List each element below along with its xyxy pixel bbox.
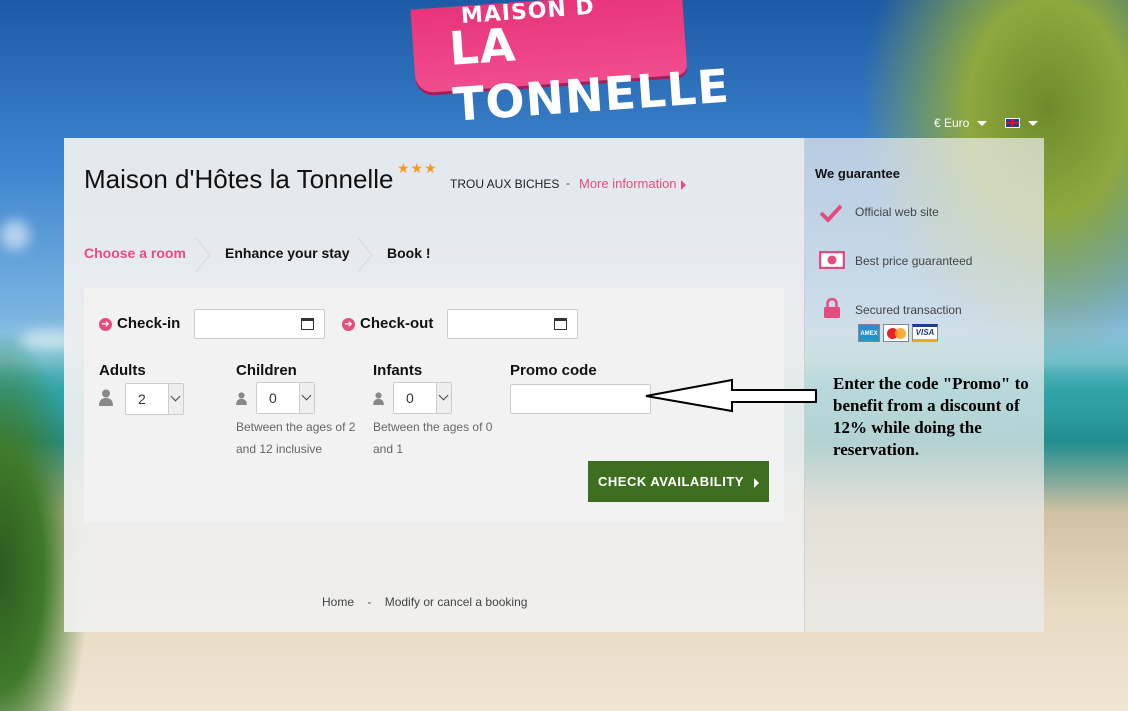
visa-card-icon: VISA: [912, 324, 938, 342]
mastercard-icon: [883, 324, 909, 342]
check-availability-button[interactable]: CHECK AVAILABILITY: [588, 461, 769, 502]
step-book[interactable]: Book !: [387, 245, 431, 261]
more-information-label: More information: [579, 176, 677, 191]
footer-modify-booking-link[interactable]: Modify or cancel a booking: [385, 595, 528, 609]
arrow-circle-icon: ➔: [342, 318, 355, 331]
banknote-icon: [819, 251, 845, 269]
amex-card-icon: AMEX: [858, 324, 880, 342]
adults-value: 2: [138, 391, 146, 407]
checkmark-icon: [819, 204, 843, 222]
booking-steps: Choose a room Enhance your stay Book !: [64, 238, 804, 274]
infants-label: Infants: [373, 362, 423, 379]
currency-label: € Euro: [934, 116, 970, 130]
background-cloud: [0, 220, 30, 250]
title-separator: -: [566, 176, 570, 190]
step-enhance-stay[interactable]: Enhance your stay: [225, 245, 350, 261]
adults-select[interactable]: 2: [125, 383, 184, 415]
step-chevron-icon: [357, 238, 373, 272]
hotel-name: Maison d'Hôtes la Tonnelle: [84, 164, 394, 194]
payment-cards: AMEX VISA: [858, 324, 938, 342]
promo-annotation: Enter the code "Promo" to benefit from a…: [833, 374, 1029, 459]
calendar-icon[interactable]: [554, 318, 567, 330]
site-logo[interactable]: MAISON D LA TONNELLE: [410, 0, 731, 132]
annotation-arrow-icon: [645, 378, 817, 413]
children-select[interactable]: 0: [256, 382, 315, 414]
chevron-down-icon: [170, 391, 181, 402]
hotel-location: TROU AUX BICHES: [450, 177, 560, 191]
child-icon: [236, 392, 247, 405]
footer-home-link[interactable]: Home: [322, 595, 354, 609]
adults-dropdown-button[interactable]: [168, 384, 183, 414]
guarantee-official-site: Official web site: [855, 205, 939, 219]
children-dropdown-button[interactable]: [299, 383, 314, 413]
infant-icon: [373, 392, 384, 405]
star-rating: ★★★: [397, 160, 438, 176]
children-age-hint: Between the ages of 2 and 12 inclusive: [236, 420, 356, 456]
top-settings-bar: € Euro: [934, 116, 1039, 130]
step-chevron-icon: [195, 238, 211, 272]
checkout-label-text: Check-out: [360, 315, 434, 332]
padlock-icon: [824, 298, 840, 318]
language-selector[interactable]: [1005, 118, 1039, 128]
check-availability-label: CHECK AVAILABILITY: [598, 474, 744, 489]
infants-select[interactable]: 0: [393, 382, 452, 414]
infants-age-hint: Between the ages of 0 and 1: [373, 420, 493, 456]
infants-dropdown-button[interactable]: [436, 383, 451, 413]
calendar-icon[interactable]: [301, 318, 314, 330]
children-value: 0: [269, 390, 277, 406]
adults-label: Adults: [99, 362, 146, 379]
promo-code-label: Promo code: [510, 362, 597, 379]
checkin-label: ➔ Check-in: [99, 315, 180, 332]
person-icon: [99, 389, 113, 406]
arrow-circle-icon: ➔: [99, 318, 112, 331]
checkout-label: ➔ Check-out: [342, 315, 433, 332]
promo-code-input[interactable]: [510, 384, 651, 414]
footer-separator: -: [367, 595, 372, 609]
chevron-down-icon: [1028, 120, 1039, 126]
chevron-down-icon: [301, 390, 312, 401]
checkout-date-input[interactable]: [447, 309, 578, 339]
logo-line-2: LA TONNELLE: [447, 17, 732, 132]
more-information-link[interactable]: More information: [579, 176, 686, 191]
caret-right-icon: [680, 179, 686, 190]
guarantee-title: We guarantee: [815, 166, 901, 181]
caret-right-icon: [753, 477, 759, 488]
checkin-label-text: Check-in: [117, 315, 181, 332]
chevron-down-icon: [977, 120, 988, 126]
checkin-date-input[interactable]: [194, 309, 325, 339]
uk-flag-icon: [1005, 118, 1021, 128]
step-choose-room[interactable]: Choose a room: [84, 245, 186, 261]
children-label: Children: [236, 362, 297, 379]
infants-value: 0: [406, 390, 414, 406]
chevron-down-icon: [438, 390, 449, 401]
guarantee-secured-transaction: Secured transaction: [855, 303, 962, 317]
currency-selector[interactable]: € Euro: [934, 116, 988, 130]
footer-links: Home - Modify or cancel a booking: [322, 595, 537, 609]
guarantee-best-price: Best price guaranteed: [855, 254, 973, 268]
